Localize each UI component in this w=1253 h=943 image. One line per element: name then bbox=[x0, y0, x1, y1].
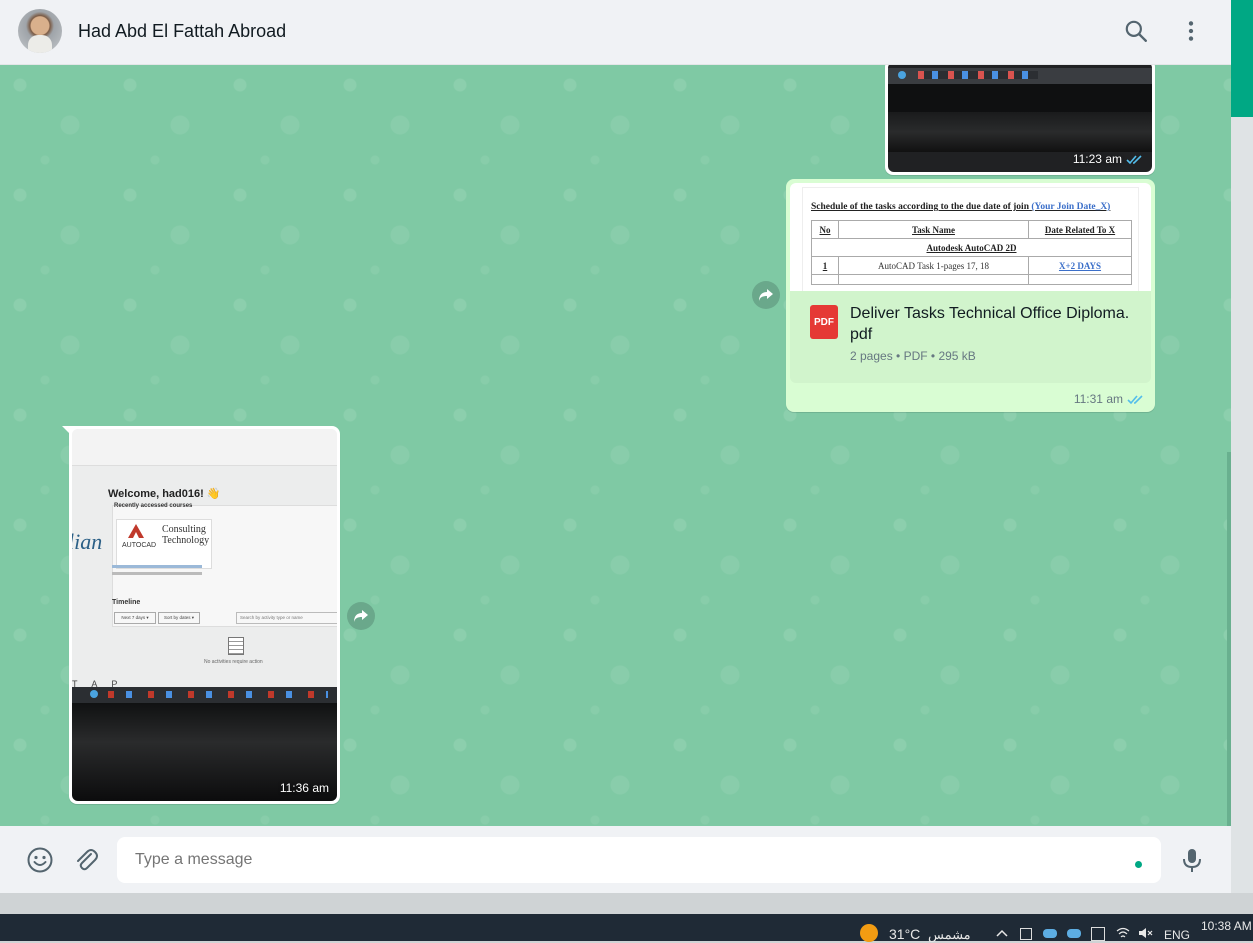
image-message[interactable]: Welcome, had016! 👋 Recently accessed cou… bbox=[69, 426, 340, 804]
preview-row1-task: AutoCAD Task 1-pages 17, 18 bbox=[838, 256, 1029, 275]
scrollbar-thumb[interactable] bbox=[1231, 0, 1253, 117]
screenshot-course-logo: AUTOCAD bbox=[122, 542, 157, 549]
contact-name[interactable]: Had Abd El Fattah Abroad bbox=[78, 21, 286, 42]
vertical-dots-icon[interactable] bbox=[1178, 18, 1204, 44]
taskbar-temperature[interactable]: 31°C bbox=[889, 926, 920, 942]
image-message[interactable]: 11:23 am bbox=[885, 65, 1155, 175]
typing-indicator-dot bbox=[1135, 861, 1142, 868]
screenshot-no-activities: No activities require action bbox=[204, 659, 263, 665]
tray-app-icon[interactable] bbox=[1020, 928, 1032, 940]
forward-icon bbox=[354, 610, 368, 622]
message-time: 11:23 am bbox=[1073, 152, 1144, 166]
whatsapp-window: Had Abd El Fattah Abroad 11:23 am Schedu… bbox=[0, 0, 1231, 893]
microphone-icon[interactable] bbox=[1178, 846, 1206, 874]
screenshot-timeline-label: Timeline bbox=[112, 599, 141, 606]
autocad-logo-icon bbox=[128, 524, 144, 538]
message-time: 11:31 am bbox=[1074, 392, 1145, 406]
screenshot-welcome-text: Welcome, had016! 👋 bbox=[108, 488, 221, 500]
image-thumbnail[interactable]: Welcome, had016! 👋 Recently accessed cou… bbox=[72, 429, 337, 801]
avatar[interactable] bbox=[18, 9, 62, 53]
pdf-file-icon: PDF bbox=[810, 305, 838, 339]
paperclip-icon[interactable] bbox=[72, 846, 100, 874]
preview-col-no: No bbox=[811, 220, 839, 239]
preview-section: Autodesk AutoCAD 2D bbox=[811, 238, 1132, 257]
chat-header: Had Abd El Fattah Abroad bbox=[0, 0, 1231, 65]
tray-app-icon[interactable] bbox=[1091, 927, 1105, 941]
chevron-up-icon[interactable] bbox=[996, 929, 1008, 937]
document-file-name[interactable]: Deliver Tasks Technical Office Diploma. … bbox=[850, 303, 1130, 345]
forward-button[interactable] bbox=[752, 281, 780, 309]
chat-area[interactable]: 11:23 am Schedule of the tasks according… bbox=[0, 65, 1231, 826]
taskbar-clock[interactable]: 10:38 AM bbox=[1201, 919, 1252, 933]
chat-scrollbar[interactable] bbox=[1227, 452, 1231, 826]
message-time: 11:36 am bbox=[279, 781, 329, 795]
double-check-icon bbox=[1127, 394, 1143, 404]
cloud-icon[interactable] bbox=[1067, 929, 1081, 938]
screenshot-recent-courses: Recently accessed courses bbox=[114, 503, 193, 509]
search-icon[interactable] bbox=[1123, 18, 1149, 44]
screenshot-filter-sort: Sort by dates ▾ bbox=[158, 612, 200, 624]
screenshot-activity-search: Search by activity type or name bbox=[236, 612, 337, 624]
preview-heading: Schedule of the tasks according to the d… bbox=[811, 202, 1029, 212]
message-input[interactable] bbox=[117, 837, 1161, 883]
forward-button[interactable] bbox=[347, 602, 375, 630]
taskbar-language[interactable]: ENG bbox=[1164, 928, 1190, 942]
weather-sun-icon[interactable] bbox=[860, 924, 878, 942]
document-info[interactable]: PDF Deliver Tasks Technical Office Diplo… bbox=[790, 291, 1151, 383]
message-composer bbox=[0, 826, 1231, 893]
os-taskbar: 31°C مشمس ENG 10:38 AM bbox=[0, 914, 1253, 942]
double-check-icon bbox=[1126, 154, 1142, 164]
forward-icon bbox=[759, 289, 773, 301]
scrollbar-track[interactable] bbox=[1231, 0, 1253, 893]
preview-row1-no: 1 bbox=[811, 256, 839, 275]
preview-heading-link: (Your Join Date_X) bbox=[1031, 202, 1111, 212]
document-message[interactable]: Schedule of the tasks according to the d… bbox=[786, 179, 1155, 412]
preview-col-date: Date Related To X bbox=[1028, 220, 1132, 239]
document-meta: 2 pages • PDF • 295 kB bbox=[850, 349, 976, 363]
preview-table: No Task Name Date Related To X Autodesk … bbox=[811, 220, 1132, 285]
image-thumbnail[interactable]: 11:23 am bbox=[888, 65, 1152, 172]
document-preview[interactable]: Schedule of the tasks according to the d… bbox=[790, 183, 1151, 291]
speaker-muted-icon[interactable] bbox=[1138, 927, 1154, 939]
preview-col-task: Task Name bbox=[838, 220, 1029, 239]
wifi-icon[interactable] bbox=[1116, 927, 1130, 939]
cloud-icon[interactable] bbox=[1043, 929, 1057, 938]
emoji-icon[interactable] bbox=[26, 846, 54, 874]
empty-list-icon bbox=[228, 637, 244, 655]
screenshot-filter-days: Next 7 days ▾ bbox=[114, 612, 156, 624]
preview-row1-date: X+2 DAYS bbox=[1028, 256, 1132, 275]
screenshot-course-title: Consulting Technology bbox=[162, 524, 210, 546]
